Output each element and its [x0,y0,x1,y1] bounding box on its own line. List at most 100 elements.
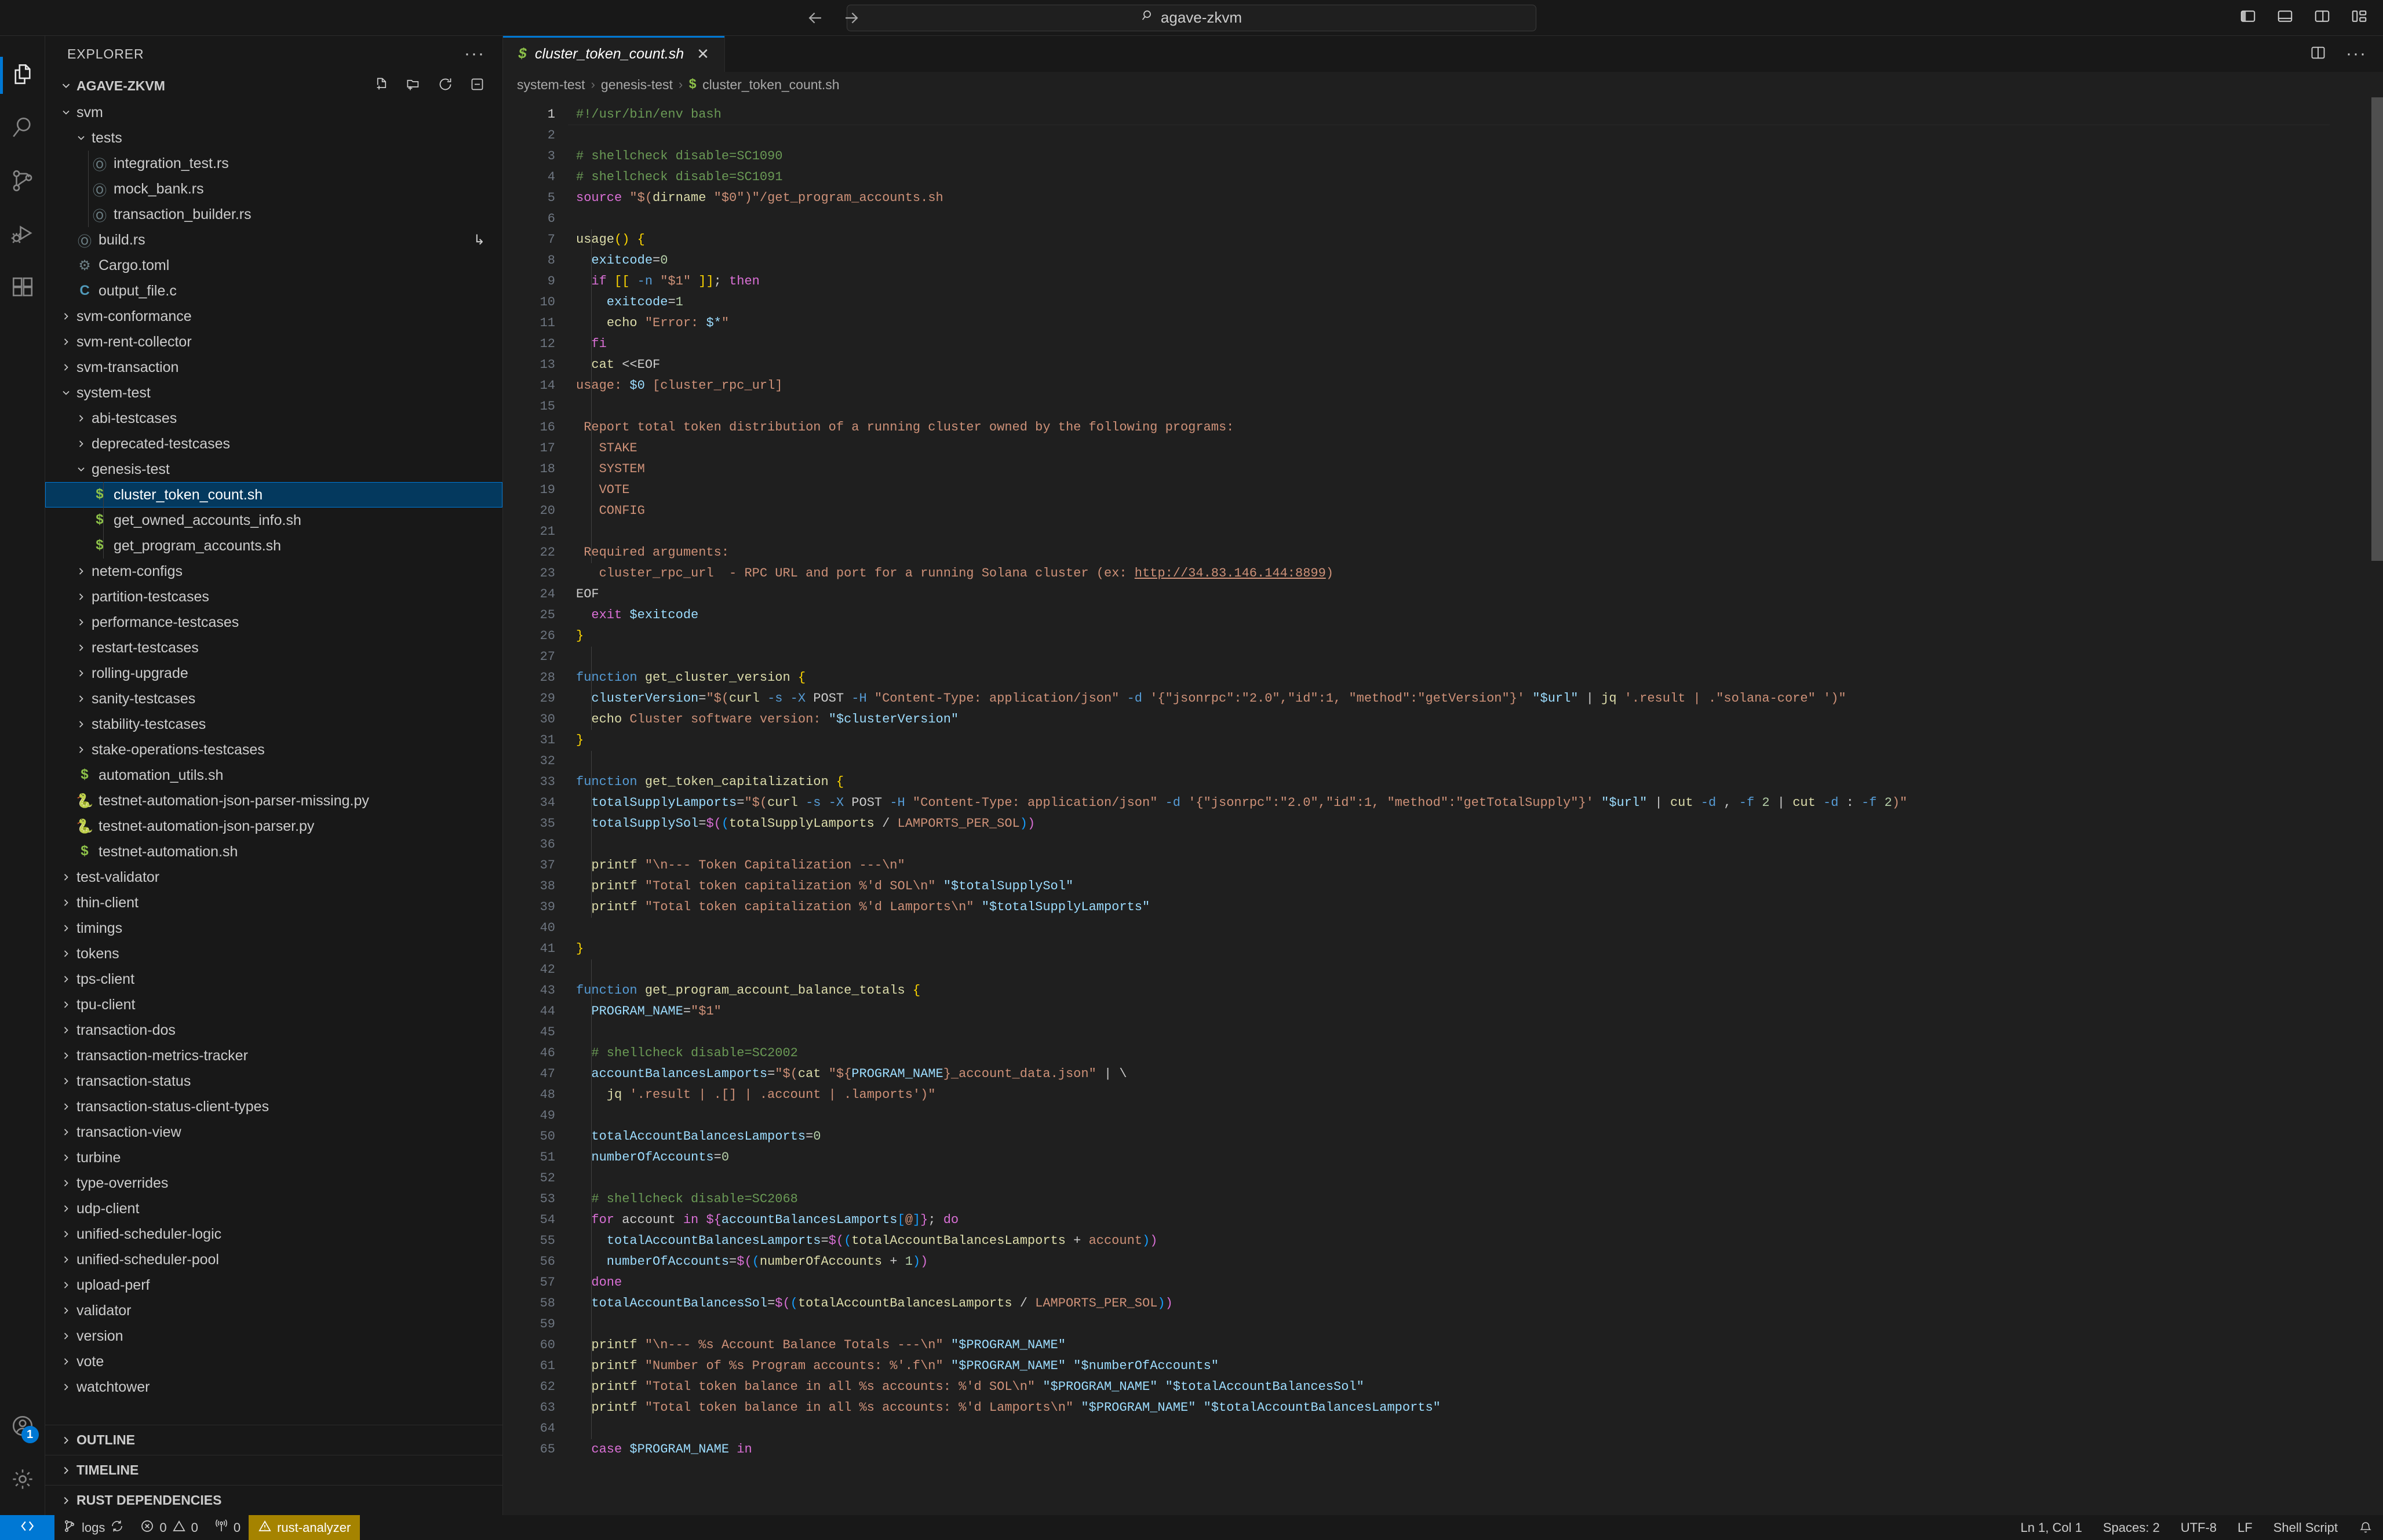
code-line[interactable]: function get_cluster_version { [568,667,2330,688]
chevron-right-icon[interactable] [58,1170,74,1196]
code-line[interactable]: totalAccountBalancesLamports=0 [568,1126,2330,1147]
file-tree-item[interactable]: $ get_owned_accounts_info.sh [45,508,502,533]
editor-tab-cluster-token-count[interactable]: $ cluster_token_count.sh ✕ [503,36,725,72]
file-tree-item[interactable]: genesis-test [45,457,502,482]
more-actions-icon[interactable]: ··· [2346,44,2367,64]
code-line[interactable]: totalSupplyLamports="$(curl -s -X POST -… [568,793,2330,813]
file-tree-item[interactable]: netem-configs [45,559,502,584]
chevron-right-icon[interactable] [58,355,74,380]
file-tree-item[interactable]: type-overrides [45,1170,502,1196]
chevron-down-icon[interactable] [58,380,74,406]
chevron-right-icon[interactable] [58,1374,74,1400]
chevron-right-icon[interactable] [73,584,89,610]
chevron-right-icon[interactable] [58,1196,74,1221]
chevron-right-icon[interactable] [58,1119,74,1145]
file-tree-item[interactable]: vote [45,1349,502,1374]
file-tree-item[interactable]: Coutput_file.c [45,278,502,304]
chevron-right-icon[interactable] [58,890,74,915]
activity-item-explorer[interactable] [0,49,45,102]
chevron-right-icon[interactable] [58,1043,74,1068]
code-line[interactable]: exit $exitcode [568,605,2330,626]
file-tree-item[interactable]: turbine [45,1145,502,1170]
file-tree-item[interactable]: tpu-client [45,992,502,1017]
file-tree-item[interactable]: $ testnet-automation.sh [45,839,502,864]
file-tree-item[interactable]: thin-client [45,890,502,915]
code-line[interactable] [568,209,2330,229]
code-line[interactable] [568,647,2330,667]
file-tree-item[interactable]: 🐍 testnet-automation-json-parser-missing.… [45,788,502,813]
code-line[interactable]: source "$(dirname "$0")"/get_program_acc… [568,188,2330,209]
code-editor[interactable]: 1 2 3 4 5 6 7 8 9 10 11 12 13 14 15 16 17 18 19 20 21 22 23 24 2… [503,97,2383,1515]
code-line[interactable]: usage: $0 [cluster_rpc_url] [568,375,2330,396]
file-tree-item[interactable]: $ automation_utils.sh [45,762,502,788]
code-line[interactable]: totalSupplySol=$((totalSupplyLamports / … [568,813,2330,834]
code-line[interactable]: STAKE [568,438,2330,459]
file-tree-item[interactable]: stake-operations-testcases [45,737,502,762]
code-line[interactable]: # shellcheck disable=SC1090 [568,146,2330,167]
code-line[interactable]: exitcode=0 [568,250,2330,271]
file-tree-item[interactable]: transaction-dos [45,1017,502,1043]
code-line[interactable]: #!/usr/bin/env bash [568,104,2330,125]
file-tree-item[interactable]: tps-client [45,966,502,992]
file-tree-item[interactable]: upload-perf [45,1272,502,1298]
chevron-right-icon[interactable] [58,1298,74,1323]
breadcrumb-item[interactable]: genesis-test [601,77,673,93]
sidebar-section-outline[interactable]: OUTLINE [45,1425,502,1455]
toggle-secondary-sidebar-icon[interactable] [2313,8,2331,28]
code-line[interactable]: # shellcheck disable=SC1091 [568,167,2330,188]
file-tree-item[interactable]: transaction-view [45,1119,502,1145]
file-tree-item[interactable]: sanity-testcases [45,686,502,711]
chevron-right-icon[interactable] [73,660,89,686]
chevron-right-icon[interactable] [58,966,74,992]
code-line[interactable]: cat <<EOF [568,355,2330,375]
file-tree-item[interactable]: svm-transaction [45,355,502,380]
code-line[interactable]: done [568,1272,2330,1293]
code-line[interactable]: case $PROGRAM_NAME in [568,1439,2330,1460]
activity-item-search[interactable] [0,102,45,155]
split-editor-icon[interactable] [2310,45,2326,64]
file-tree-item[interactable]: watchtower [45,1374,502,1400]
status-indentation[interactable]: Spaces: 2 [2093,1515,2170,1540]
code-line[interactable]: function get_token_capitalization { [568,772,2330,793]
chevron-right-icon[interactable] [58,915,74,941]
vertical-scrollbar[interactable] [2371,97,2383,1515]
code-line[interactable]: printf "\n--- Token Capitalization ---\n… [568,855,2330,876]
code-content[interactable]: #!/usr/bin/env bash # shellcheck disable=… [568,97,2330,1515]
bell-icon[interactable] [2348,1515,2383,1540]
code-line[interactable]: Report total token distribution of a run… [568,417,2330,438]
code-line[interactable]: totalAccountBalancesSol=$((totalAccountB… [568,1293,2330,1314]
chevron-right-icon[interactable] [73,610,89,635]
status-eol[interactable]: LF [2227,1515,2263,1540]
code-line[interactable]: printf "\n--- %s Account Balance Totals … [568,1335,2330,1356]
new-file-icon[interactable] [374,76,389,96]
code-line[interactable] [568,396,2330,417]
file-tree-item[interactable]: tokens [45,941,502,966]
chevron-right-icon[interactable] [73,737,89,762]
code-line[interactable]: echo Cluster software version: "$cluster… [568,709,2330,730]
file-tree-item[interactable]: svm [45,100,502,125]
activity-item-run-and-debug[interactable] [0,209,45,262]
chevron-right-icon[interactable] [58,941,74,966]
close-icon[interactable]: ✕ [697,45,709,63]
file-tree-item[interactable]: version [45,1323,502,1349]
code-line[interactable]: printf "Total token balance in all %s ac… [568,1377,2330,1397]
status-problems[interactable]: 0 0 [132,1515,206,1540]
file-tree-item[interactable]: transaction-metrics-tracker [45,1043,502,1068]
code-line[interactable]: # shellcheck disable=SC2002 [568,1043,2330,1064]
file-tree-item-selected[interactable]: $ cluster_token_count.sh [45,482,502,508]
chevron-down-icon[interactable] [73,457,89,482]
scrollbar-thumb[interactable] [2371,97,2383,561]
code-line[interactable] [568,959,2330,980]
arrow-left-icon[interactable] [806,8,825,28]
status-ports[interactable]: 0 [206,1515,249,1540]
code-line[interactable]: VOTE [568,480,2330,501]
code-line[interactable]: CONFIG [568,501,2330,521]
code-line[interactable]: echo "Error: $*" [568,313,2330,334]
command-center-search[interactable]: agave-zkvm [847,4,1536,31]
file-tree-item[interactable]: Ⓞintegration_test.rs [45,151,502,176]
explorer-root-folder[interactable]: AGAVE-ZKVM [45,72,502,100]
chevron-right-icon[interactable] [73,406,89,431]
sidebar-more-actions-icon[interactable]: ··· [464,44,485,64]
code-line[interactable] [568,1168,2330,1189]
code-line[interactable]: printf "Total token capitalization %'d S… [568,876,2330,897]
